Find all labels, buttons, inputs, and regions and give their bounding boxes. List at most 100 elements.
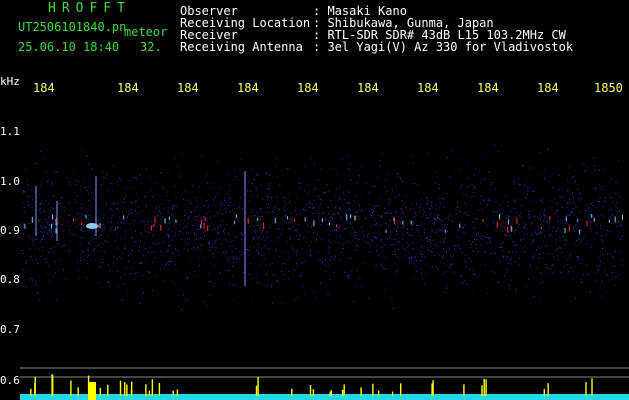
time-tick-7: 184: [417, 81, 439, 95]
signal-dot: [294, 218, 296, 222]
signal-dot: [444, 229, 446, 233]
power-peak: [291, 388, 293, 396]
power-peak: [70, 380, 72, 396]
time-tick-10: 1850: [594, 81, 623, 95]
meteor-echo: [86, 223, 98, 229]
signal-dot: [579, 229, 581, 235]
signal-dot: [507, 226, 509, 233]
signal-dot: [24, 223, 26, 229]
power-peak: [158, 382, 161, 396]
signal-dot: [568, 225, 570, 232]
power-peak: [124, 382, 126, 396]
count-label: 32.: [140, 40, 162, 54]
power-peak: [547, 383, 549, 396]
power-peak: [481, 385, 483, 396]
antenna-label: Receiving Antenna: [180, 40, 303, 54]
signal-dot: [577, 218, 579, 222]
power-peak: [77, 387, 79, 396]
signal-dot: [608, 219, 610, 223]
power-peak: [543, 389, 545, 396]
power-peak: [145, 384, 147, 396]
signal-dot: [204, 217, 206, 222]
power-peak: [255, 385, 258, 396]
signal-dot: [235, 214, 237, 218]
signal-dot: [591, 214, 593, 219]
power-peak: [391, 391, 394, 396]
signal-dot: [207, 225, 209, 231]
signal-dot: [175, 219, 177, 223]
signal-dot: [247, 217, 249, 224]
brand-title: HROFFT: [48, 1, 131, 16]
freq-unit-label: kHz: [0, 75, 20, 88]
signal-dot: [482, 218, 484, 222]
power-peak: [176, 389, 179, 396]
signal-dot: [499, 214, 500, 220]
power-peak: [312, 389, 315, 396]
power-peak: [463, 384, 465, 396]
power-baseline: [20, 394, 629, 400]
signal-dot: [394, 218, 396, 224]
signal-dot: [55, 228, 57, 234]
signal-dot: [354, 215, 356, 221]
signal-dot: [321, 218, 323, 223]
power-peak: [51, 374, 53, 396]
spectrogram: [20, 144, 629, 400]
signal-dot: [459, 223, 461, 228]
signal-dot: [81, 221, 83, 225]
power-peak: [126, 384, 128, 396]
filename-suffix: meteor: [124, 25, 168, 39]
power-peak: [148, 390, 151, 396]
signal-dot: [507, 219, 509, 225]
signal-dot: [410, 220, 412, 225]
power-peak: [483, 378, 485, 396]
power-peak: [257, 376, 259, 396]
power-peak: [585, 382, 587, 396]
signal-dot: [99, 223, 101, 228]
signal-dot: [402, 220, 404, 225]
power-peak: [30, 388, 32, 396]
signal-dot: [549, 216, 551, 220]
signal-dot: [31, 216, 33, 223]
signal-dot: [346, 214, 348, 221]
signal-dot: [153, 223, 155, 227]
power-peak: [372, 383, 374, 396]
time-tick-8: 184: [477, 81, 499, 95]
signal-dot: [200, 224, 202, 229]
signal-dot: [164, 218, 166, 224]
signal-dot: [51, 223, 52, 229]
power-peak: [360, 387, 362, 396]
signal-dot: [564, 228, 566, 233]
power-peak-main: [88, 382, 96, 400]
time-tick-9: 184: [537, 81, 559, 95]
power-peak: [343, 384, 345, 396]
power-peak: [432, 380, 434, 396]
power-peak: [107, 384, 109, 396]
time-tick-6: 184: [357, 81, 379, 95]
power-peak: [591, 378, 593, 396]
signal-dot: [304, 217, 306, 222]
signal-dot: [313, 220, 315, 227]
power-peak: [130, 390, 133, 396]
signal-dot: [385, 229, 387, 233]
signal-dot: [274, 218, 276, 224]
signal-dot: [263, 222, 265, 229]
signal-dot: [52, 214, 53, 220]
signal-dot: [257, 218, 259, 221]
power-peak: [99, 387, 101, 396]
signal-dot: [350, 214, 352, 219]
signal-dot: [329, 222, 330, 226]
noise-band: [22, 144, 623, 311]
signal-dot: [203, 223, 205, 229]
power-peak: [485, 379, 487, 396]
signal-dot: [123, 215, 125, 220]
signal-dot: [336, 224, 338, 228]
power-peak: [329, 391, 331, 396]
power-peak: [151, 379, 154, 396]
signal-dot: [496, 222, 498, 229]
signal-dot: [160, 224, 162, 231]
signal-dot: [622, 215, 623, 220]
time-tick-4: 184: [237, 81, 259, 95]
signal-dot: [614, 216, 616, 223]
signal-dot: [516, 217, 518, 224]
filename-label: UT2506101840.pn: [18, 20, 127, 34]
